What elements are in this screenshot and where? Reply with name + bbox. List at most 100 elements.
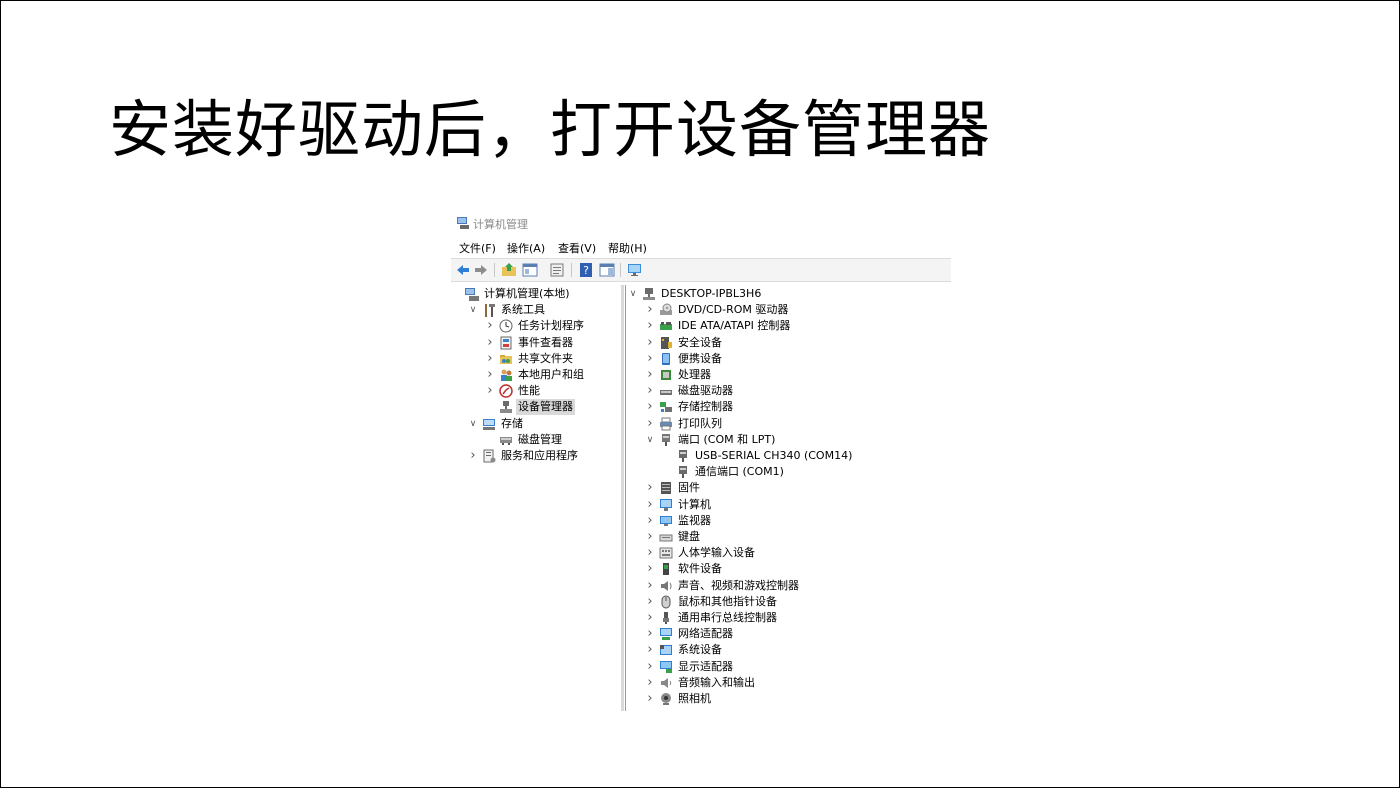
- tree-item-label: 监视器: [678, 513, 711, 527]
- tree-item-label: 计算机: [678, 497, 711, 511]
- port-device-icon: [676, 465, 690, 479]
- toolbar-separator: [620, 263, 621, 277]
- tree-item-label: 安全设备: [678, 335, 722, 349]
- device-tree-pane: ∨ DESKTOP-IPBL3H6 › DVD/CD-ROM 驱动器 › IDE ATA/…: [625, 285, 951, 711]
- tree-item-label: 磁盘驱动器: [678, 384, 733, 398]
- chevron-right-icon[interactable]: ›: [468, 448, 478, 464]
- chevron-right-icon[interactable]: ›: [645, 383, 655, 399]
- dvd-icon: [659, 303, 673, 317]
- tree-item-label: 处理器: [678, 368, 711, 381]
- tree-item-label: 设备管理器: [516, 399, 575, 416]
- storage-controller-icon: [659, 400, 673, 414]
- tree-item-label: 存储: [501, 416, 523, 430]
- chevron-right-icon[interactable]: ›: [645, 610, 655, 626]
- usb-icon: [659, 611, 673, 625]
- chevron-right-icon[interactable]: ›: [645, 318, 655, 334]
- clock-icon: [499, 319, 513, 333]
- chevron-right-icon[interactable]: ›: [645, 626, 655, 642]
- tree-item-label: 系统设备: [678, 643, 722, 657]
- chevron-right-icon[interactable]: ›: [645, 480, 655, 496]
- tree-item-label: 键盘: [678, 530, 700, 543]
- chevron-right-icon[interactable]: ›: [485, 318, 495, 334]
- svg-text:?: ?: [583, 264, 589, 277]
- chevron-right-icon[interactable]: ›: [645, 416, 655, 432]
- tree-item-label: 服务和应用程序: [501, 449, 578, 462]
- chevron-right-icon[interactable]: ›: [645, 545, 655, 561]
- camera-icon: [659, 692, 673, 706]
- tree-item-label: 共享文件夹: [518, 351, 573, 365]
- chevron-right-icon[interactable]: ›: [645, 659, 655, 675]
- chevron-right-icon[interactable]: ›: [645, 561, 655, 577]
- menu-help[interactable]: 帮助(H): [608, 240, 647, 256]
- tools-icon: [482, 303, 496, 318]
- menu-action[interactable]: 操作(A): [507, 240, 545, 256]
- forward-icon[interactable]: [473, 262, 489, 278]
- sound-icon: [659, 579, 673, 593]
- tree-item-label: 本地用户和组: [518, 368, 584, 381]
- monitor-connect-icon[interactable]: [627, 262, 643, 278]
- monitor-icon: [659, 514, 673, 528]
- help-icon[interactable]: ?: [578, 262, 594, 278]
- chevron-right-icon[interactable]: ›: [485, 351, 495, 367]
- system-device-icon: [659, 643, 673, 657]
- shared-folder-icon: [499, 352, 513, 366]
- slide-title: 安装好驱动后，打开设备管理器: [109, 93, 992, 166]
- chevron-right-icon[interactable]: ›: [645, 399, 655, 415]
- chevron-right-icon[interactable]: ›: [645, 351, 655, 367]
- chevron-right-icon[interactable]: ›: [645, 691, 655, 707]
- chevron-right-icon[interactable]: ›: [645, 675, 655, 691]
- pane-splitter[interactable]: [621, 285, 624, 711]
- tree-item-label: 软件设备: [678, 562, 722, 576]
- chevron-down-icon[interactable]: ∨: [645, 432, 655, 448]
- chevron-right-icon[interactable]: ›: [645, 302, 655, 318]
- chevron-right-icon[interactable]: ›: [485, 335, 495, 351]
- computer-management-icon: [457, 217, 470, 232]
- chevron-right-icon[interactable]: ›: [645, 335, 655, 351]
- chevron-right-icon[interactable]: ›: [645, 367, 655, 383]
- tree-item-label: USB-SERIAL CH340 (COM14): [695, 449, 853, 462]
- properties-icon[interactable]: [549, 262, 565, 278]
- tree-item-label: 性能: [518, 384, 540, 398]
- storage-icon: [482, 417, 496, 431]
- chevron-right-icon[interactable]: ›: [645, 529, 655, 545]
- computer-management-icon: [465, 287, 479, 301]
- tree-item-label: DESKTOP-IPBL3H6: [661, 287, 762, 300]
- chevron-right-icon[interactable]: ›: [485, 367, 495, 383]
- computer-management-window: 计算机管理 文件(F) 操作(A) 查看(V) 帮助(H) ? 计算机管理(本地…: [451, 211, 951, 711]
- tree-item-label: DVD/CD-ROM 驱动器: [678, 303, 789, 317]
- toolbar-separator: [494, 263, 495, 277]
- mouse-icon: [659, 595, 673, 609]
- window-titlebar: 计算机管理: [451, 211, 951, 235]
- action-pane-icon[interactable]: [599, 262, 615, 278]
- chevron-right-icon[interactable]: ›: [645, 497, 655, 513]
- chevron-right-icon[interactable]: ›: [645, 594, 655, 610]
- chevron-down-icon[interactable]: ∨: [628, 286, 638, 302]
- tree-item-label: 显示适配器: [678, 659, 733, 673]
- menu-view[interactable]: 查看(V): [558, 240, 596, 256]
- security-device-icon: [659, 336, 673, 350]
- network-adapter-icon: [659, 627, 673, 641]
- menu-file[interactable]: 文件(F): [459, 240, 496, 256]
- chevron-right-icon[interactable]: ›: [645, 578, 655, 594]
- slide: 安装好驱动后，打开设备管理器 计算机管理 文件(F) 操作(A) 查看(V) 帮…: [0, 0, 1400, 788]
- tree-item-label: 任务计划程序: [518, 319, 584, 333]
- users-icon: [499, 368, 513, 382]
- tree-item-label: 系统工具: [501, 303, 545, 317]
- disk-management-icon: [499, 433, 513, 447]
- chevron-down-icon[interactable]: ∨: [468, 302, 478, 318]
- show-tree-icon[interactable]: [522, 262, 538, 278]
- up-folder-icon[interactable]: [501, 262, 517, 278]
- tree-item-label: 音频输入和输出: [678, 675, 755, 689]
- tree-item-label: 鼠标和其他指针设备: [678, 594, 777, 608]
- processor-icon: [659, 368, 673, 382]
- window-title: 计算机管理: [473, 218, 528, 231]
- back-icon[interactable]: [455, 262, 471, 278]
- chevron-right-icon[interactable]: ›: [485, 383, 495, 399]
- tree-item-label: 端口 (COM 和 LPT): [678, 432, 776, 446]
- chevron-right-icon[interactable]: ›: [645, 642, 655, 658]
- chevron-right-icon[interactable]: ›: [645, 513, 655, 529]
- device-manager-icon: [499, 400, 513, 414]
- computer-icon: [659, 498, 673, 512]
- tree-item-label: 便携设备: [678, 351, 722, 365]
- chevron-down-icon[interactable]: ∨: [468, 416, 478, 432]
